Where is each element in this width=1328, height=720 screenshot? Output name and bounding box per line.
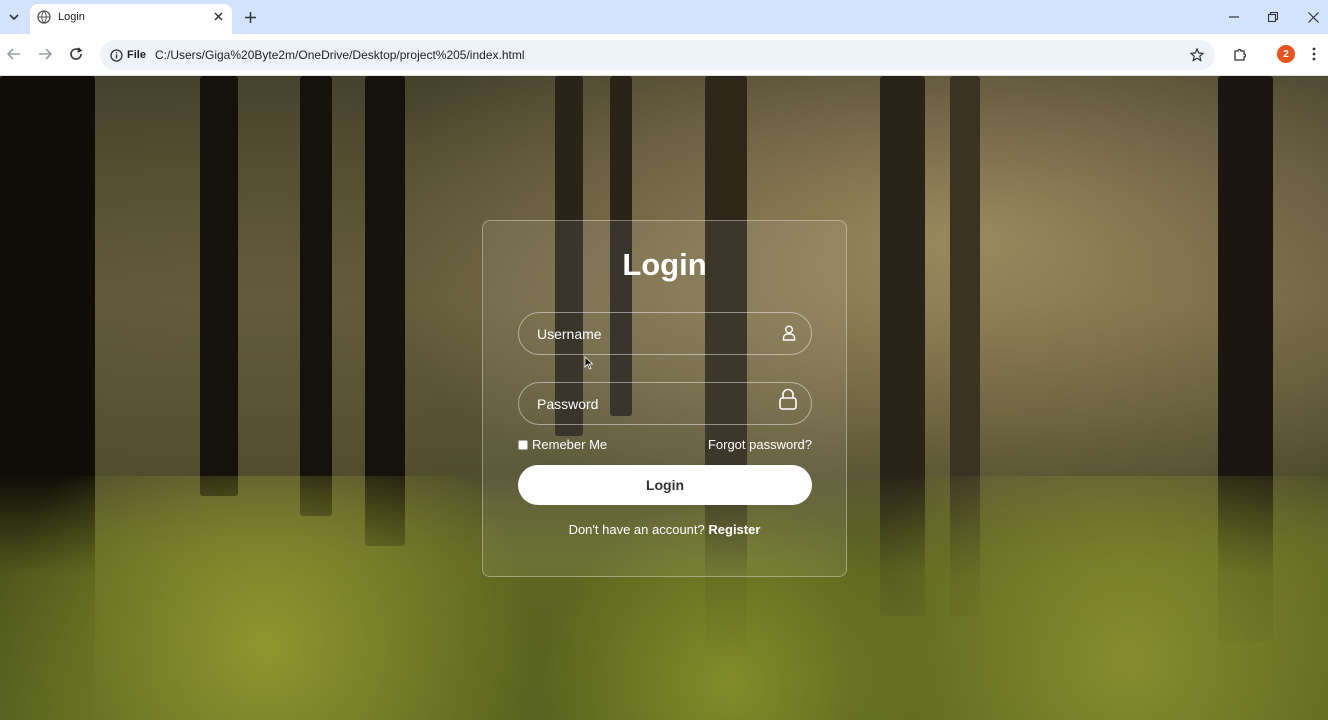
background-tree (300, 76, 332, 516)
url-text[interactable]: C:/Users/Giga%20Byte2m/OneDrive/Desktop/… (155, 48, 525, 62)
back-button[interactable] (3, 43, 25, 65)
site-label: File (127, 49, 146, 61)
site-info-chip[interactable]: File (106, 45, 152, 65)
login-button[interactable]: Login (518, 465, 812, 505)
globe-icon (37, 10, 51, 24)
plus-icon (244, 11, 256, 23)
username-field-wrapper (518, 312, 812, 355)
new-tab-button[interactable] (240, 7, 260, 27)
arrow-left-icon (7, 48, 20, 60)
tab-title: Login (58, 11, 85, 23)
user-icon (782, 325, 796, 341)
lock-icon (779, 388, 797, 410)
page-viewport: Login Remeber Me Forgot password? Login … (0, 76, 1328, 720)
mouse-cursor-icon (584, 356, 594, 370)
password-field-wrapper (518, 382, 812, 425)
register-link[interactable]: Register (708, 522, 760, 537)
restore-icon (1268, 12, 1278, 22)
login-form: Login Remeber Me Forgot password? Login … (482, 220, 847, 577)
reload-icon (70, 47, 83, 60)
close-icon (213, 11, 223, 21)
register-prompt-text: Don't have an account? (568, 522, 705, 537)
address-bar[interactable]: File C:/Users/Giga%20Byte2m/OneDrive/Des… (100, 40, 1215, 70)
form-options: Remeber Me Forgot password? (518, 435, 812, 453)
extensions-button[interactable] (1229, 43, 1251, 65)
puzzle-icon (1233, 48, 1246, 61)
checkbox-box[interactable] (518, 439, 528, 450)
more-vert-icon (1312, 47, 1316, 61)
page-title: Login (622, 247, 707, 282)
chevron-down-icon (9, 14, 19, 21)
browser-toolbar: File C:/Users/Giga%20Byte2m/OneDrive/Des… (0, 34, 1328, 76)
profile-avatar[interactable]: 2 (1277, 45, 1295, 63)
close-window-button[interactable] (1302, 6, 1324, 28)
minimize-icon (1229, 16, 1239, 18)
remember-me-checkbox[interactable]: Remeber Me (518, 437, 607, 452)
forward-button[interactable] (34, 43, 56, 65)
browser-menu-button[interactable] (1305, 43, 1323, 65)
close-icon (1307, 11, 1319, 23)
tab-list-button[interactable] (4, 7, 24, 27)
reload-button[interactable] (65, 43, 87, 65)
forgot-password-link[interactable]: Forgot password? (708, 437, 812, 452)
background-tree (200, 76, 238, 496)
bookmark-button[interactable] (1187, 45, 1207, 65)
star-icon (1190, 48, 1204, 62)
restore-button[interactable] (1262, 6, 1284, 28)
arrow-right-icon (39, 48, 52, 60)
register-prompt: Don't have an account? Register (483, 522, 846, 537)
info-icon (110, 48, 123, 62)
browser-tab-bar: Login (0, 0, 1328, 34)
password-input[interactable] (519, 383, 811, 424)
tab-close-button[interactable] (210, 8, 226, 24)
remember-me-label: Remeber Me (532, 437, 608, 452)
tab-login[interactable]: Login (30, 4, 232, 34)
minimize-button[interactable] (1223, 6, 1245, 28)
username-input[interactable] (519, 313, 811, 354)
